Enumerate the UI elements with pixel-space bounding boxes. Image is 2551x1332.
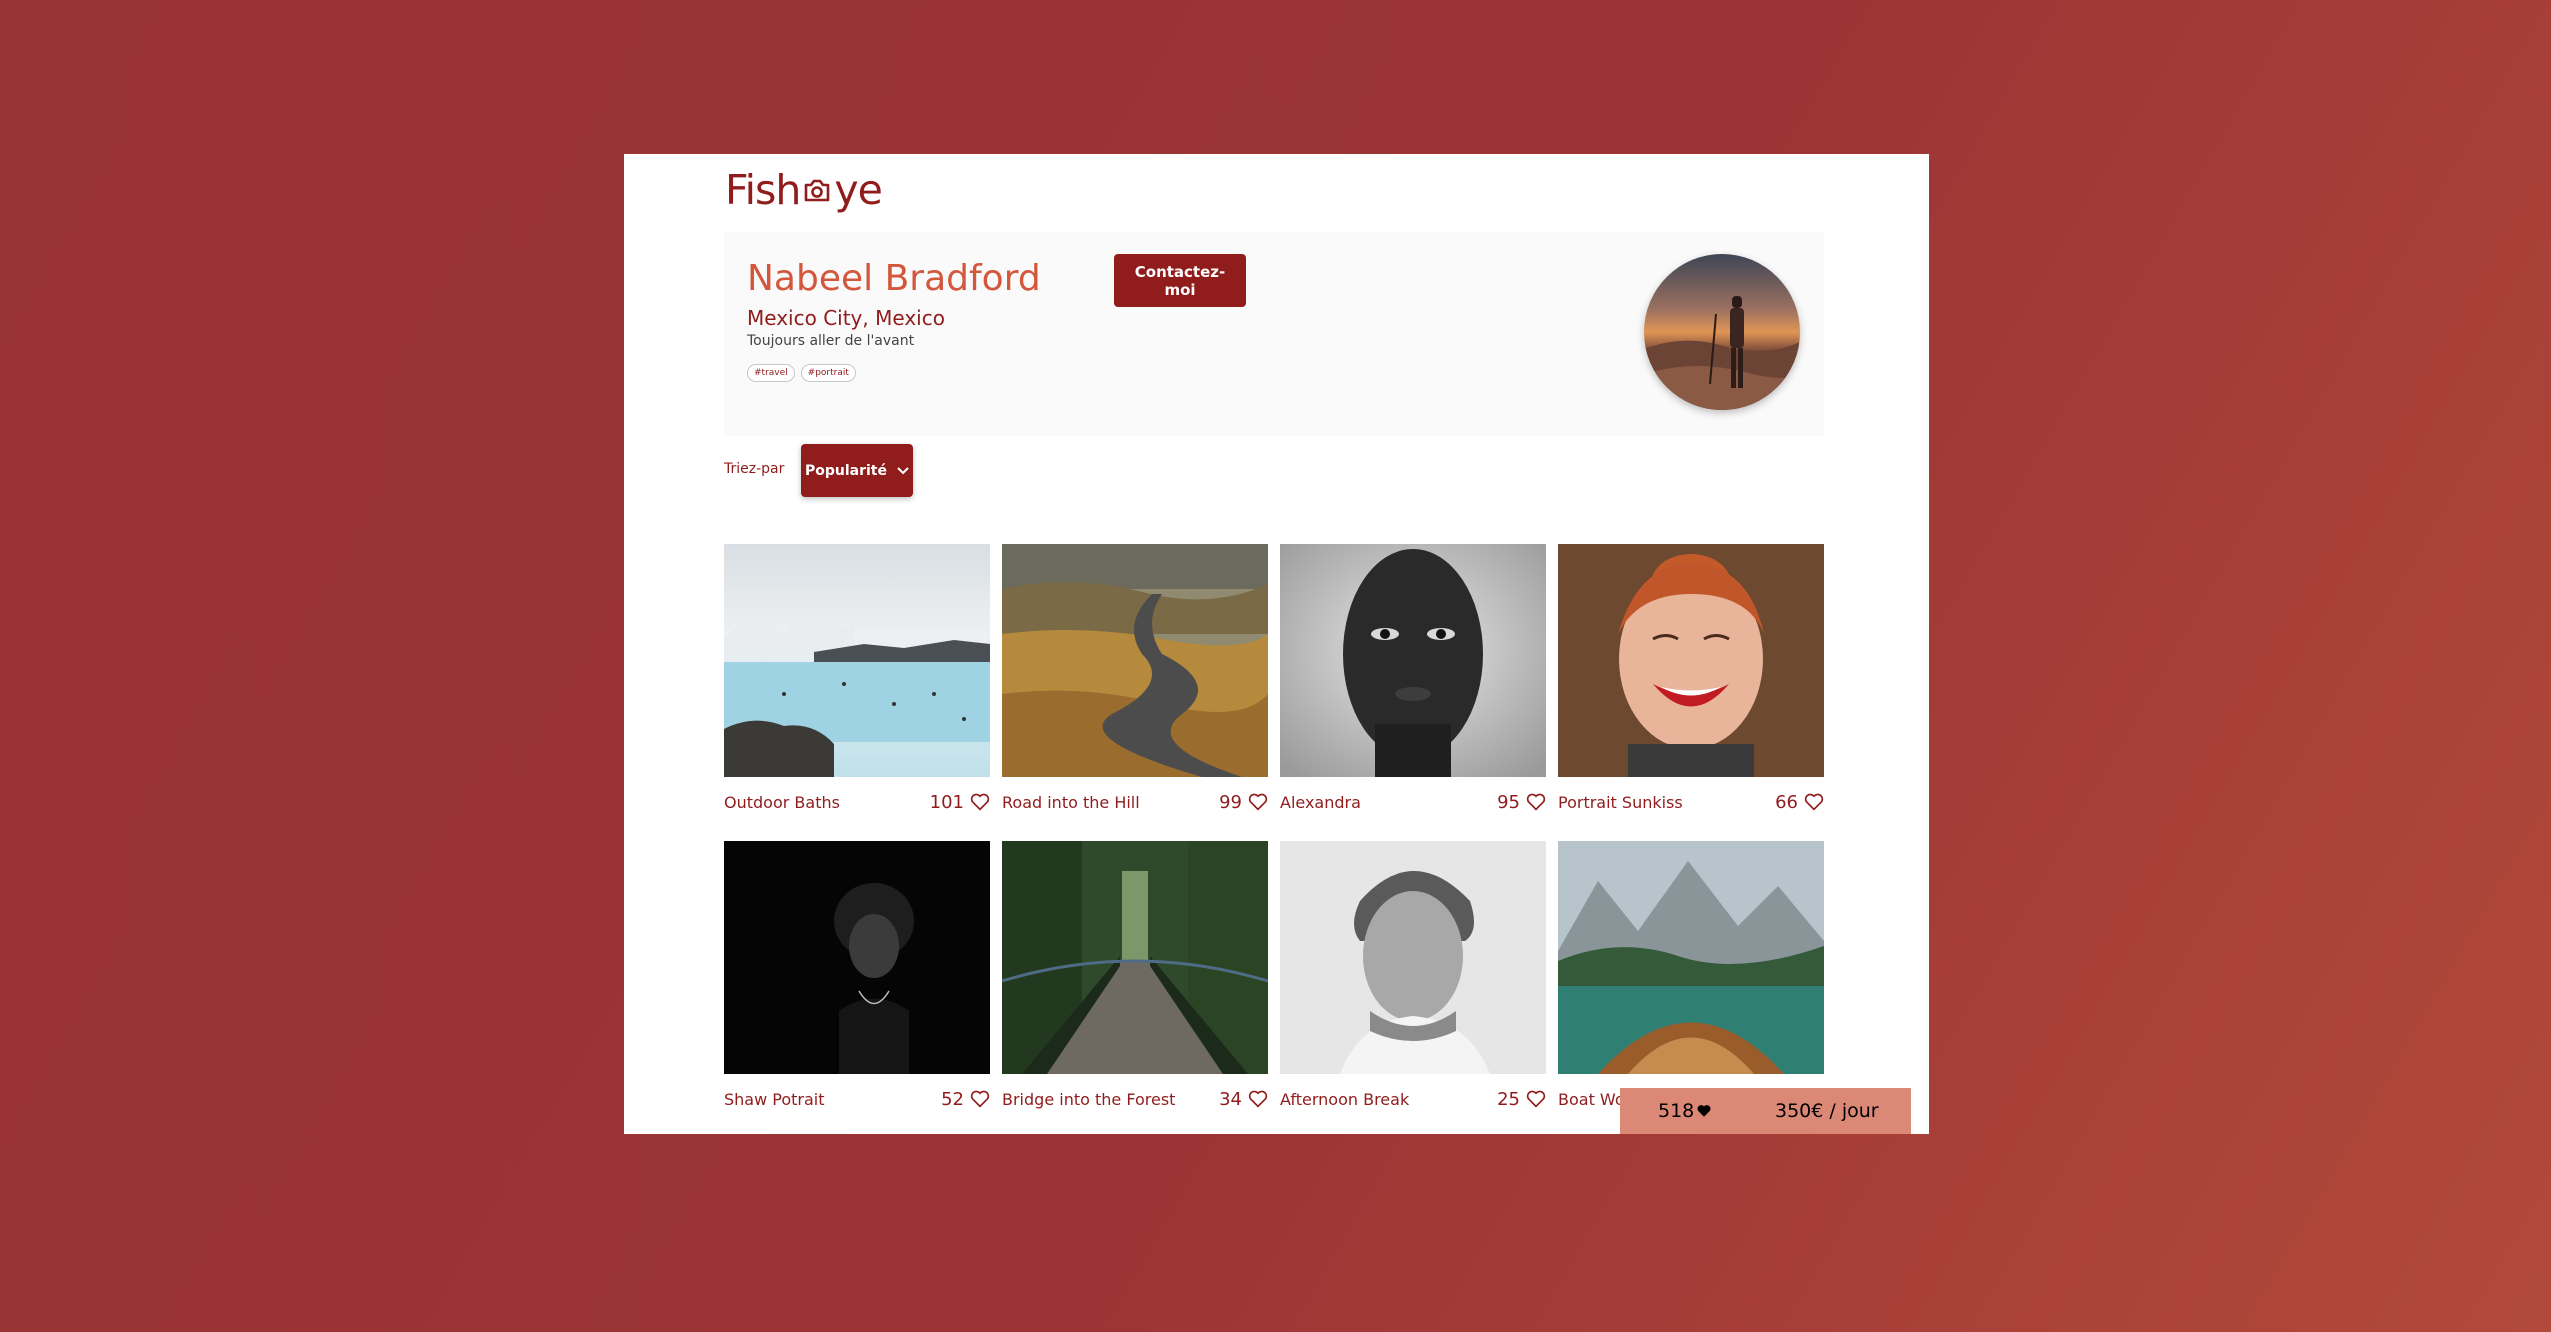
media-title: Road into the Hill	[1002, 792, 1140, 812]
media-thumbnail[interactable]	[1002, 841, 1268, 1074]
media-title: Shaw Potrait	[724, 1089, 825, 1109]
like-count-value: 25	[1497, 1088, 1520, 1110]
daily-price: 350€ / jour	[1775, 1100, 1879, 1122]
contact-button[interactable]: Contactez-moi	[1114, 254, 1246, 307]
media-thumbnail[interactable]	[724, 841, 990, 1074]
chevron-down-icon	[897, 463, 909, 479]
stats-bar: 518 350€ / jour	[1620, 1088, 1911, 1134]
tag-portrait[interactable]: #portrait	[800, 364, 856, 382]
heart-icon[interactable]	[970, 793, 990, 811]
heart-icon[interactable]	[1248, 793, 1268, 811]
avatar	[1644, 254, 1800, 410]
photographer-location: Mexico City, Mexico	[747, 306, 945, 330]
media-card: Shaw Potrait 52	[724, 841, 990, 1112]
like-count[interactable]: 99	[1219, 792, 1268, 813]
media-card: Bridge into the Forest 34	[1002, 841, 1268, 1112]
media-thumbnail[interactable]	[1280, 841, 1546, 1074]
media-title: Alexandra	[1280, 792, 1361, 812]
logo-text-suffix: ye	[834, 166, 882, 214]
sort-dropdown[interactable]: Popularité	[801, 444, 913, 497]
media-title: Afternoon Break	[1280, 1089, 1410, 1109]
fisheye-logo[interactable]: Fish ye	[725, 162, 883, 218]
heart-icon[interactable]	[1526, 1090, 1546, 1108]
media-card: Alexandra 95	[1280, 544, 1546, 815]
heart-icon[interactable]	[970, 1090, 990, 1108]
media-card: Portrait Sunkiss 66	[1558, 544, 1824, 815]
like-count[interactable]: 25	[1497, 1089, 1546, 1110]
media-thumbnail[interactable]	[1280, 544, 1546, 777]
like-count-value: 34	[1219, 1088, 1242, 1110]
tag-travel[interactable]: #travel	[747, 364, 795, 382]
like-count[interactable]: 34	[1219, 1089, 1268, 1110]
media-title: Boat Wo	[1558, 1089, 1625, 1109]
heart-icon[interactable]	[1804, 793, 1824, 811]
media-thumbnail[interactable]	[1558, 841, 1824, 1074]
like-count-value: 95	[1497, 791, 1520, 813]
photographer-tagline: Toujours aller de l'avant	[747, 333, 915, 349]
like-count[interactable]: 66	[1775, 792, 1824, 813]
like-count-value: 101	[929, 791, 964, 813]
media-card: Road into the Hill 99	[1002, 544, 1268, 815]
photographer-name: Nabeel Bradford	[747, 258, 1041, 299]
like-count[interactable]: 101	[930, 792, 990, 813]
like-count-value: 99	[1219, 791, 1242, 813]
heart-filled-icon	[1697, 1105, 1711, 1117]
like-count[interactable]: 95	[1497, 792, 1546, 813]
sort-selected-value: Popularité	[804, 462, 887, 479]
photographer-header: Nabeel Bradford Mexico City, Mexico Touj…	[724, 232, 1824, 436]
like-count-value: 66	[1775, 791, 1798, 813]
heart-icon[interactable]	[1248, 1090, 1268, 1108]
logo-text-prefix: Fish	[725, 166, 801, 214]
like-count-value: 52	[941, 1088, 964, 1110]
total-likes-value: 518	[1658, 1100, 1695, 1122]
media-title: Portrait Sunkiss	[1558, 792, 1683, 812]
media-thumbnail[interactable]	[1558, 544, 1824, 777]
media-title: Outdoor Baths	[724, 792, 840, 812]
like-count[interactable]: 52	[941, 1089, 990, 1110]
media-card: Outdoor Baths 101	[724, 544, 990, 815]
media-card: Afternoon Break 25	[1280, 841, 1546, 1112]
media-thumbnail[interactable]	[724, 544, 990, 777]
media-gallery: Outdoor Baths 101 Road into the Hill 99	[724, 544, 1824, 1112]
heart-icon[interactable]	[1526, 793, 1546, 811]
tag-list: #travel #portrait	[747, 364, 856, 382]
media-thumbnail[interactable]	[1002, 544, 1268, 777]
media-card: Boat Wo	[1558, 841, 1824, 1112]
media-title: Bridge into the Forest	[1002, 1089, 1176, 1109]
sort-label: Triez-par	[724, 461, 785, 477]
app-window: Fish ye Nabeel Bradford Mexico City, Mex…	[624, 154, 1929, 1134]
total-likes: 518	[1658, 1100, 1712, 1122]
camera-icon	[802, 175, 832, 205]
